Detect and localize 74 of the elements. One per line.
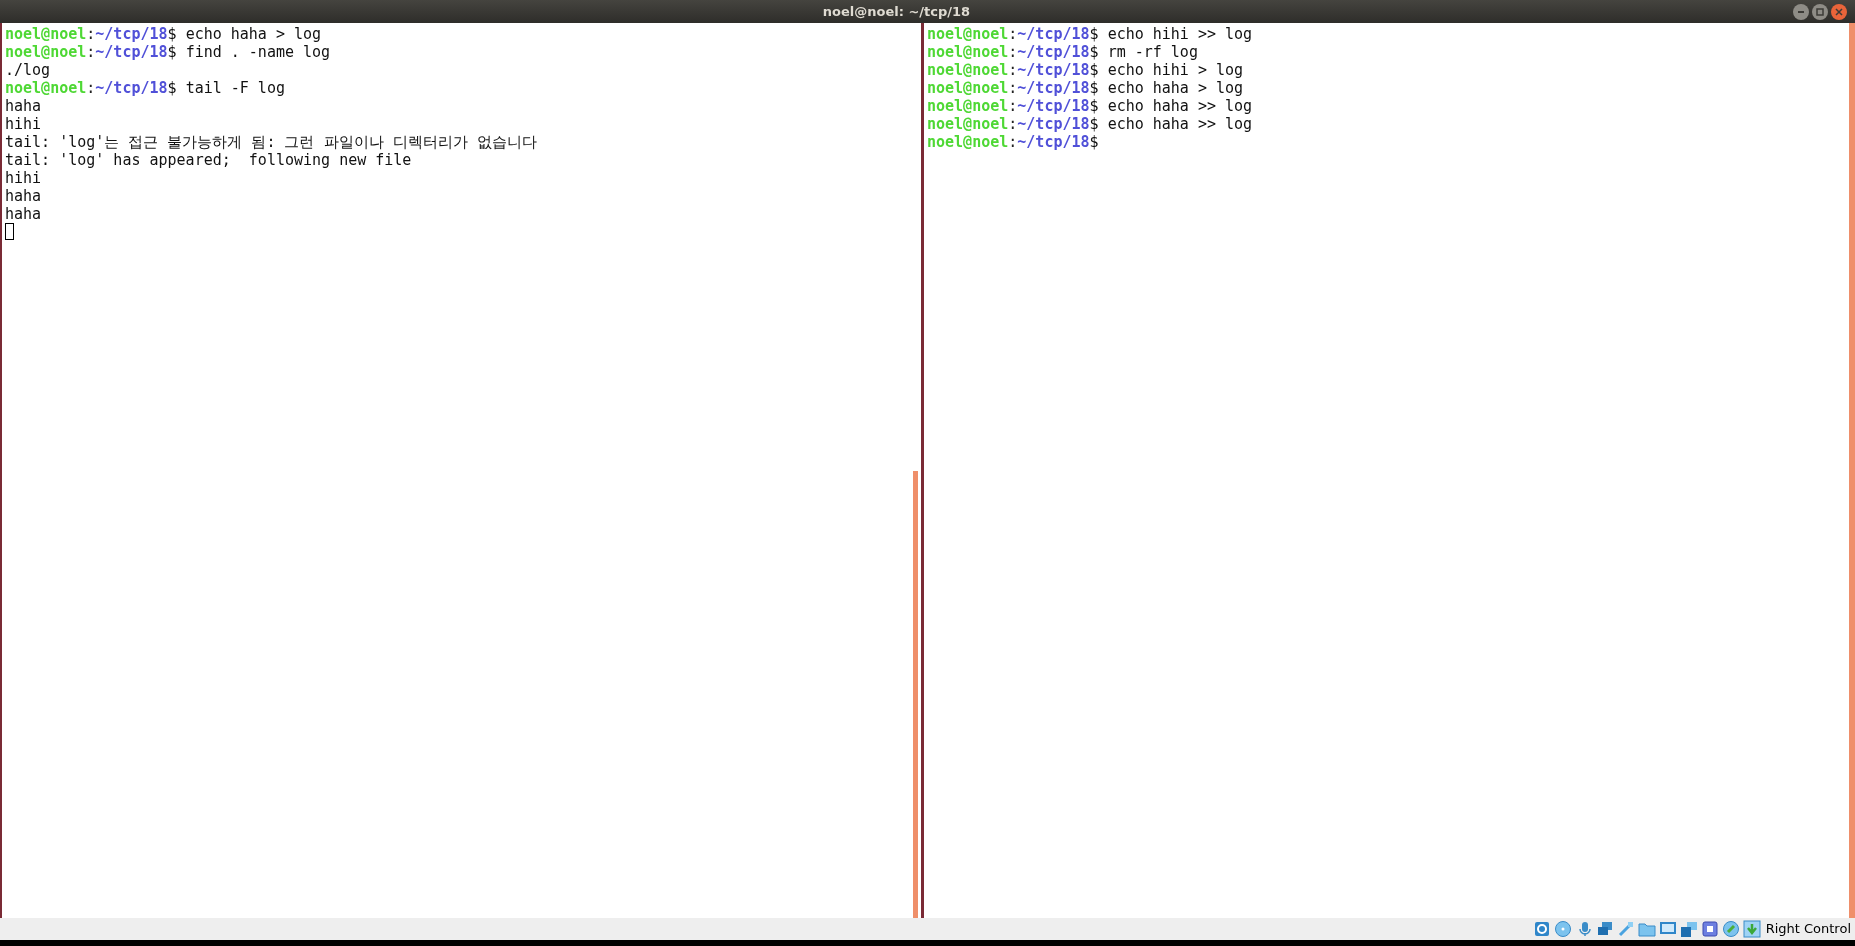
prompt-path: ~/tcp/18 xyxy=(1017,43,1090,61)
prompt-separator: : xyxy=(1008,79,1018,97)
network-icon[interactable] xyxy=(1595,920,1614,938)
output-text: tail: 'log' has appeared; following new file xyxy=(5,151,412,169)
prompt-path: ~/tcp/18 xyxy=(95,25,168,43)
prompt-path: ~/tcp/18 xyxy=(1017,115,1090,133)
scrollbar-thumb[interactable] xyxy=(913,471,918,918)
output-text: ./log xyxy=(5,61,51,79)
prompt-path: ~/tcp/18 xyxy=(95,79,168,97)
output-text: haha xyxy=(5,205,42,223)
output-text: tail: 'log'는 접근 불가능하게 됨: 그런 파일이나 디렉터리가 없습니다 xyxy=(5,133,537,151)
prompt-path: ~/tcp/18 xyxy=(1017,133,1090,151)
prompt-symbol: $ xyxy=(1089,25,1099,43)
prompt-symbol: $ xyxy=(1089,43,1099,61)
output-text: haha xyxy=(5,187,42,205)
prompt-user: noel@noel xyxy=(927,97,1009,115)
prompt-separator: : xyxy=(1008,97,1018,115)
usb-icon[interactable] xyxy=(1616,920,1635,938)
maximize-icon xyxy=(1816,7,1824,16)
command-text: echo hihi >> log xyxy=(1107,25,1253,43)
prompt-user: noel@noel xyxy=(927,115,1009,133)
command-text: rm -rf log xyxy=(1107,43,1198,61)
command-text: echo haha > log xyxy=(1107,79,1244,97)
command-text: echo haha >> log xyxy=(1107,115,1253,133)
terminal-cursor xyxy=(5,223,14,240)
optical-disc-icon[interactable] xyxy=(1553,920,1572,938)
prompt-symbol: $ xyxy=(1089,97,1099,115)
prompt-user: noel@noel xyxy=(927,79,1009,97)
prompt-user: noel@noel xyxy=(5,43,87,61)
output-text: hihi xyxy=(5,169,42,187)
prompt-user: noel@noel xyxy=(927,25,1009,43)
prompt-separator: : xyxy=(86,25,96,43)
prompt-user: noel@noel xyxy=(927,61,1009,79)
prompt-symbol: $ xyxy=(1089,133,1099,151)
command-text: find . -name log xyxy=(185,43,331,61)
minimize-button[interactable] xyxy=(1793,3,1809,20)
prompt-separator: : xyxy=(1008,133,1018,151)
prompt-user: noel@noel xyxy=(5,25,87,43)
folder-icon[interactable] xyxy=(1637,920,1656,938)
close-icon xyxy=(1835,7,1843,16)
prompt-separator: : xyxy=(86,79,96,97)
prompt-path: ~/tcp/18 xyxy=(1017,25,1090,43)
prompt-separator: : xyxy=(86,43,96,61)
prompt-symbol: $ xyxy=(1089,115,1099,133)
scrollbar-thumb[interactable] xyxy=(1849,23,1855,918)
output-text: haha xyxy=(5,97,42,115)
prompt-separator: : xyxy=(1008,43,1018,61)
command-text: echo haha >> log xyxy=(1107,97,1253,115)
host-key-label: Right Control xyxy=(1765,920,1851,939)
prompt-symbol: $ xyxy=(1089,61,1099,79)
prompt-separator: : xyxy=(1008,25,1018,43)
screens-icon[interactable] xyxy=(1679,920,1698,938)
cpu-icon[interactable] xyxy=(1700,920,1719,938)
prompt-user: noel@noel xyxy=(927,133,1009,151)
prompt-separator: : xyxy=(1008,115,1018,133)
prompt-symbol: $ xyxy=(167,25,177,43)
close-button[interactable] xyxy=(1831,3,1847,20)
output-text: hihi xyxy=(5,115,42,133)
command-text: echo haha > log xyxy=(185,25,322,43)
command-text: tail -F log xyxy=(185,79,285,97)
prompt-user: noel@noel xyxy=(5,79,87,97)
prompt-path: ~/tcp/18 xyxy=(1017,61,1090,79)
prompt-symbol: $ xyxy=(167,79,177,97)
prompt-path: ~/tcp/18 xyxy=(1017,97,1090,115)
prompt-path: ~/tcp/18 xyxy=(95,43,168,61)
command-text: echo hihi > log xyxy=(1107,61,1244,79)
prompt-symbol: $ xyxy=(167,43,177,61)
prompt-user: noel@noel xyxy=(927,43,1009,61)
globe-icon[interactable] xyxy=(1721,920,1740,938)
prompt-path: ~/tcp/18 xyxy=(1017,79,1090,97)
window-title: noel@noel: ~/tcp/18 xyxy=(822,2,971,21)
maximize-button[interactable] xyxy=(1812,3,1828,20)
prompt-separator: : xyxy=(1008,61,1018,79)
prompt-symbol: $ xyxy=(1089,79,1099,97)
